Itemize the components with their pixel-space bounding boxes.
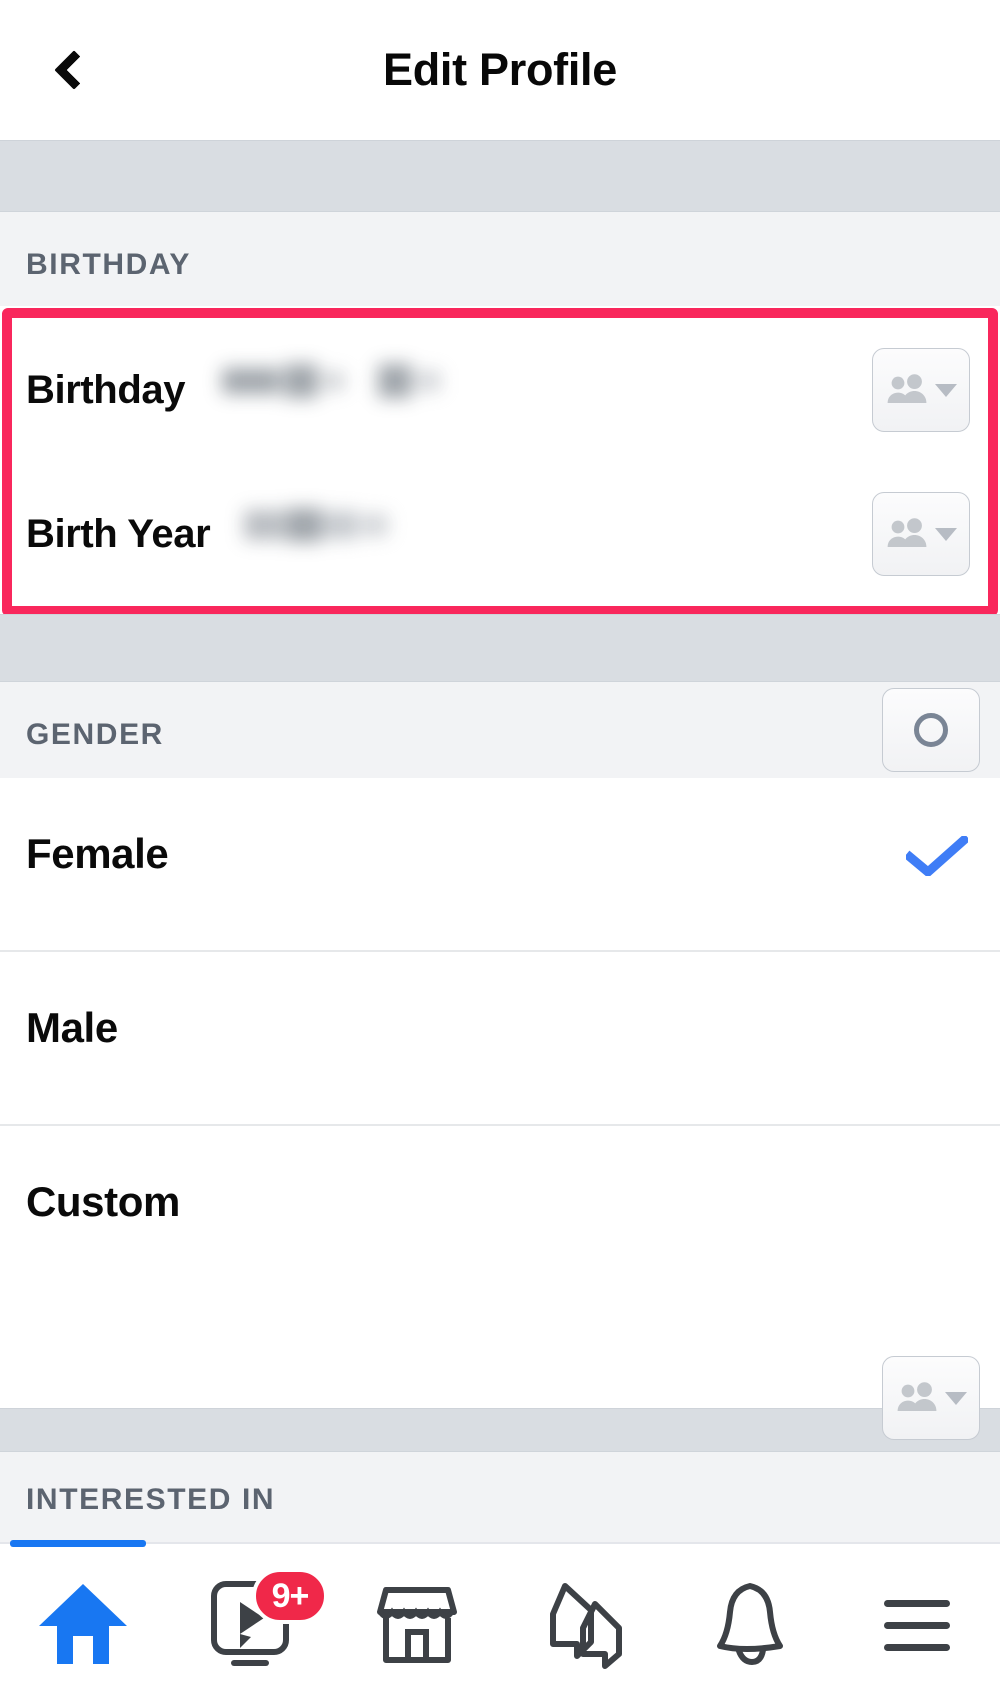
interested-in-section-header: INTERESTED IN: [0, 1452, 1000, 1542]
birthday-section-header: BIRTHDAY: [0, 212, 1000, 306]
gender-option-label: Custom: [26, 1178, 180, 1225]
birthday-privacy-button[interactable]: [872, 348, 970, 432]
birth-year-row-value-redacted: [244, 508, 388, 542]
chevron-down-icon: [934, 527, 957, 541]
check-icon: [906, 836, 968, 876]
gender-option-male[interactable]: Male: [0, 952, 1000, 1126]
gender-option-label: Female: [26, 830, 169, 877]
home-icon: [39, 1584, 128, 1664]
nav-item-home[interactable]: [0, 1540, 167, 1702]
bell-icon: [717, 1583, 784, 1665]
birthday-row-label: Birthday: [26, 367, 186, 412]
nav-item-groups[interactable]: [500, 1544, 667, 1702]
gender-option-female[interactable]: Female: [0, 778, 1000, 952]
interested-in-section-label: INTERESTED IN: [26, 1483, 276, 1516]
gender-option-custom[interactable]: Custom: [0, 1126, 1000, 1408]
chevron-down-icon: [944, 1391, 967, 1405]
interested-in-privacy-button[interactable]: [882, 1356, 980, 1440]
birthday-row[interactable]: Birthday: [12, 318, 988, 462]
section-spacer-bottom: [0, 1408, 1000, 1452]
nav-item-menu[interactable]: [833, 1544, 1000, 1702]
birth-year-row-label: Birth Year: [26, 511, 211, 556]
gender-privacy-button[interactable]: [882, 688, 980, 772]
store-icon: [376, 1587, 457, 1663]
birthday-highlight-box: Birthday Birth Year: [2, 308, 998, 616]
edit-profile-screen: Edit Profile BIRTHDAY Birthday Birth Yea…: [0, 0, 1000, 1702]
nav-item-notifications[interactable]: [667, 1544, 834, 1702]
birth-year-row[interactable]: Birth Year: [12, 462, 988, 606]
nav-active-indicator: [10, 1540, 146, 1547]
groups-bubbles-icon: [550, 1583, 623, 1669]
app-header: Edit Profile: [0, 0, 1000, 140]
bottom-navigation-bar: 9+: [0, 1540, 1000, 1702]
friends-icon: [897, 1382, 936, 1411]
gender-section-label: GENDER: [26, 718, 164, 751]
gender-section-header: GENDER: [0, 682, 1000, 778]
watch-badge: 9+: [252, 1568, 328, 1624]
birthday-section-label: BIRTHDAY: [26, 248, 192, 281]
hamburger-menu-icon: [883, 1600, 950, 1651]
section-spacer-top: [0, 140, 1000, 212]
birth-year-privacy-button[interactable]: [872, 492, 970, 576]
friends-icon: [887, 518, 926, 547]
gender-option-label: Male: [26, 1004, 118, 1051]
birthday-row-value-redacted: [222, 364, 440, 398]
nav-item-watch[interactable]: 9+: [167, 1544, 334, 1702]
globe-public-icon: [914, 713, 948, 747]
nav-item-marketplace[interactable]: [333, 1544, 500, 1702]
chevron-down-icon: [934, 383, 957, 397]
page-title: Edit Profile: [383, 44, 617, 95]
section-spacer-middle: [0, 614, 1000, 682]
friends-icon: [887, 374, 926, 403]
